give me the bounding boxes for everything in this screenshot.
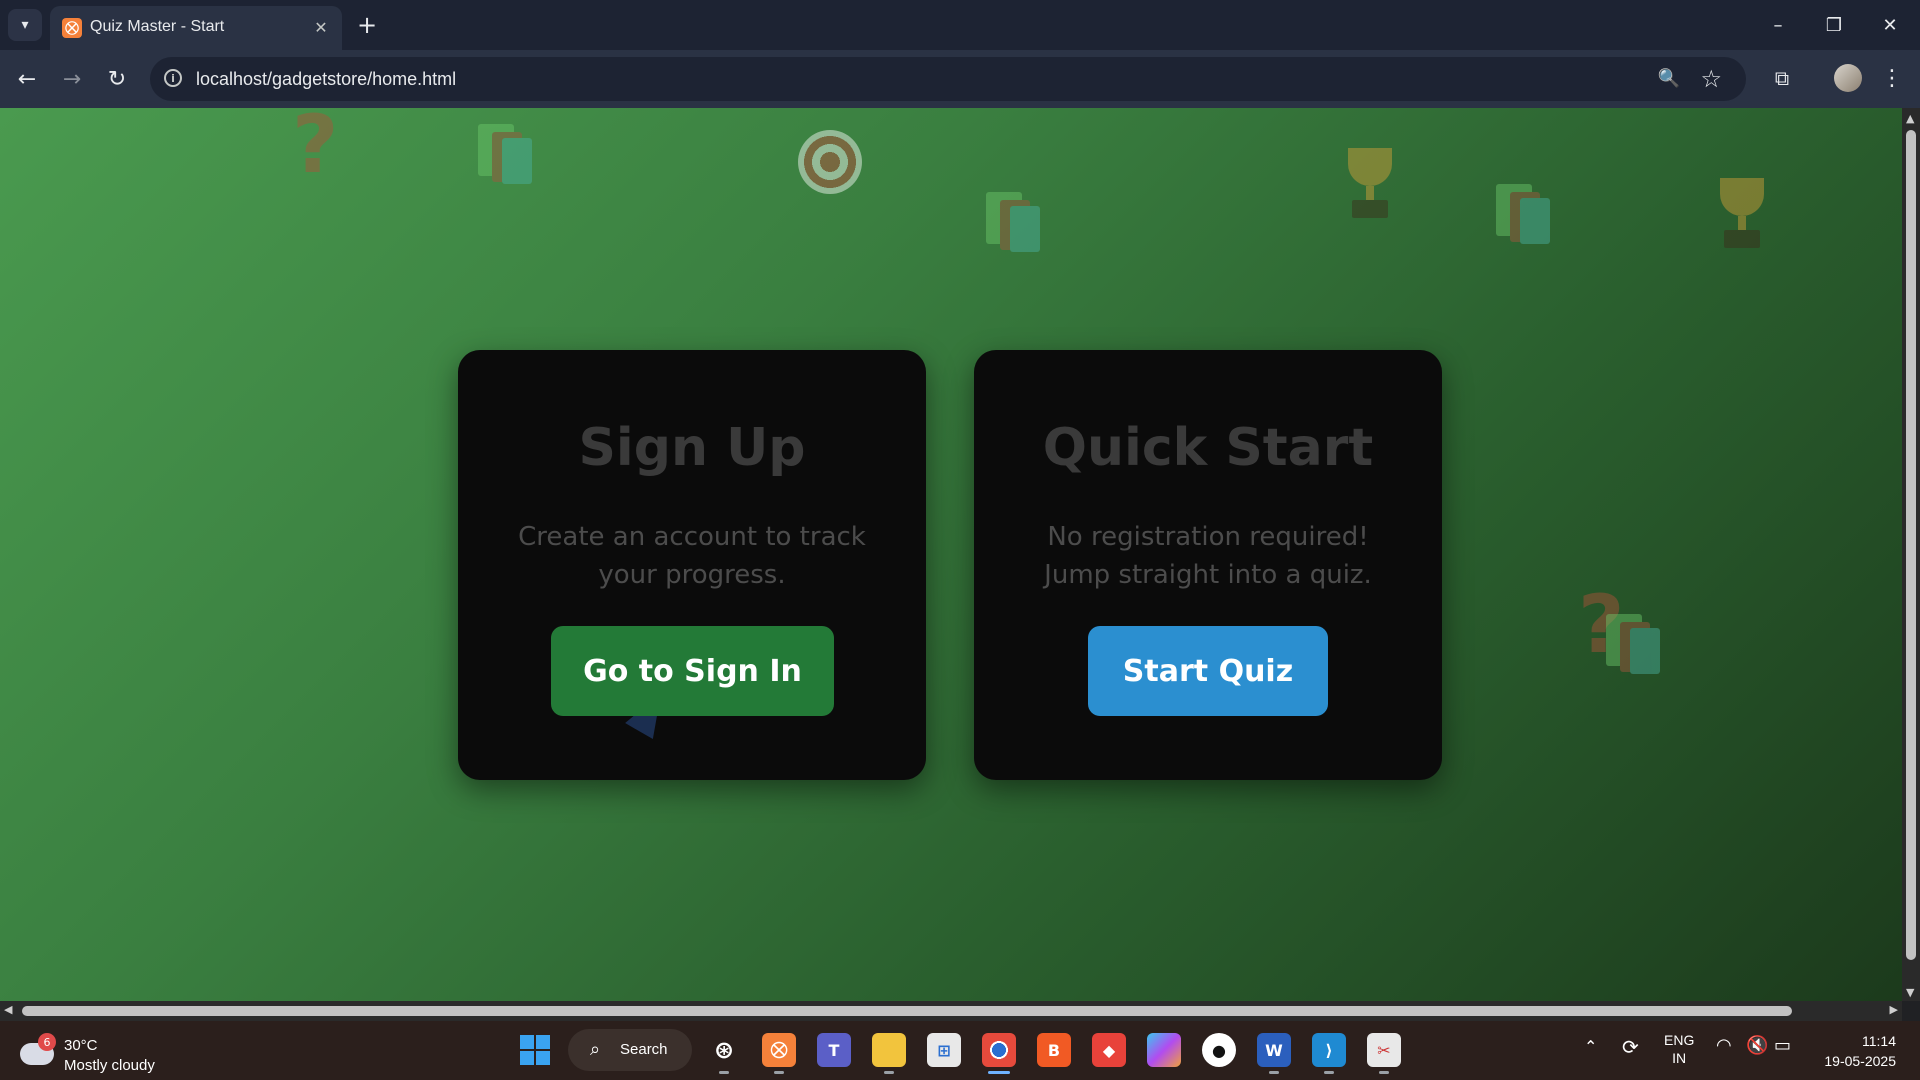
site-info-icon[interactable]: i	[164, 69, 182, 87]
sync-icon[interactable]: ⟳	[1622, 1035, 1639, 1059]
bookmark-star-icon[interactable]: ☆	[1700, 65, 1722, 93]
quick-start-card: Quick Start No registration required! Ju…	[974, 350, 1442, 780]
volume-muted-icon[interactable]: 🔇	[1746, 1035, 1768, 1056]
books-icon	[1606, 614, 1660, 674]
extensions-puzzle-icon[interactable]: ⧉	[1768, 64, 1796, 92]
anydesk-icon[interactable]: ◆	[1092, 1033, 1126, 1067]
vertical-scrollbar[interactable]: ▲ ▼	[1902, 108, 1920, 1001]
snipping-tool-icon[interactable]: ✂	[1367, 1033, 1401, 1067]
target-icon	[798, 130, 862, 194]
chrome-icon[interactable]	[982, 1033, 1016, 1067]
profile-avatar[interactable]	[1834, 64, 1862, 92]
vertical-scroll-thumb[interactable]	[1906, 130, 1916, 960]
signup-card-description: Create an account to track your progress…	[518, 522, 866, 590]
window-restore-icon[interactable]: ❐	[1814, 10, 1854, 40]
trophy-icon	[1338, 148, 1402, 222]
chatgpt-icon[interactable]: ⊛	[707, 1033, 741, 1067]
trophy-icon	[1710, 178, 1774, 252]
books-icon	[1496, 184, 1550, 244]
go-to-sign-in-button[interactable]: Go to Sign In	[551, 626, 834, 716]
horizontal-scrollbar[interactable]: ◀ ▶	[0, 1001, 1902, 1021]
start-quiz-button[interactable]: Start Quiz	[1088, 626, 1328, 716]
github-icon[interactable]: ●	[1202, 1033, 1236, 1067]
quick-start-card-description: No registration required! Jump straight …	[1044, 522, 1372, 590]
word-icon[interactable]: W	[1257, 1033, 1291, 1067]
horizontal-scroll-thumb[interactable]	[22, 1006, 1792, 1016]
running-indicator	[719, 1071, 729, 1074]
signup-card-title: Sign Up	[578, 418, 806, 478]
new-tab-plus-icon[interactable]: +	[352, 10, 382, 40]
url-text[interactable]: localhost/gadgetstore/home.html	[196, 69, 456, 90]
windows-start-icon[interactable]	[518, 1033, 552, 1067]
tray-chevron-up-icon[interactable]: ⌃	[1584, 1037, 1597, 1056]
battery-icon[interactable]: ▭	[1774, 1035, 1791, 1056]
browser-toolbar: ← → ↻ i localhost/gadgetstore/home.html …	[0, 50, 1920, 108]
tab-strip: ▾ ⛒ Quiz Master - Start ✕ + – ❐ ✕	[0, 0, 1920, 50]
books-icon	[478, 124, 532, 184]
back-arrow-icon[interactable]: ←	[12, 64, 42, 94]
xampp-icon[interactable]: ⛒	[762, 1033, 796, 1067]
scroll-down-arrow-icon[interactable]: ▼	[1906, 986, 1914, 999]
zoom-icon[interactable]: 🔍	[1658, 68, 1680, 89]
scroll-right-arrow-icon[interactable]: ▶	[1890, 1003, 1898, 1016]
clock-date: 19-05-2025	[1824, 1053, 1896, 1069]
clock-time: 11:14	[1862, 1033, 1896, 1049]
tab-title: Quiz Master - Start	[90, 18, 225, 35]
vscode-icon[interactable]: ⟩	[1312, 1033, 1346, 1067]
language-indicator[interactable]: ENG IN	[1664, 1031, 1694, 1067]
scroll-left-arrow-icon[interactable]: ◀	[4, 1003, 12, 1016]
copilot-icon[interactable]	[1147, 1033, 1181, 1067]
tab-quiz-master[interactable]: ⛒ Quiz Master - Start ✕	[50, 6, 342, 50]
weather-temperature: 30°C	[64, 1037, 98, 1054]
page-viewport: ? ? Sign Up Create an account to track y…	[0, 108, 1902, 1001]
window-close-icon[interactable]: ✕	[1870, 10, 1910, 40]
tab-close-icon[interactable]: ✕	[310, 16, 332, 38]
wifi-icon[interactable]: ◠	[1716, 1035, 1732, 1056]
xampp-favicon-icon: ⛒	[62, 18, 82, 38]
brave-icon[interactable]: B	[1037, 1033, 1071, 1067]
weather-widget[interactable]: 6 30°C Mostly cloudy	[20, 1029, 220, 1074]
window-minimize-icon[interactable]: –	[1758, 10, 1798, 40]
language-code: ENG	[1664, 1032, 1695, 1048]
running-indicator	[884, 1071, 894, 1074]
taskbar-search-label: Search	[620, 1041, 668, 1058]
kebab-menu-icon[interactable]: ⋮	[1881, 64, 1903, 92]
tab-search-chevron-down-icon[interactable]: ▾	[8, 9, 42, 41]
running-indicator	[1324, 1071, 1334, 1074]
running-indicator	[1269, 1071, 1279, 1074]
active-app-indicator	[988, 1071, 1010, 1074]
windows-taskbar: 6 30°C Mostly cloudy ⌕ Search ⊛ ⛒ T ⊞ B …	[0, 1021, 1920, 1080]
forward-arrow-icon[interactable]: →	[57, 64, 87, 94]
books-icon	[986, 192, 1040, 252]
reload-icon[interactable]: ↻	[102, 64, 132, 94]
weather-condition: Mostly cloudy	[64, 1057, 155, 1074]
file-explorer-icon[interactable]	[872, 1033, 906, 1067]
question-mark-icon: ?	[292, 108, 339, 191]
quick-start-card-title: Quick Start	[1042, 418, 1374, 478]
running-indicator	[774, 1071, 784, 1074]
microsoft-store-icon[interactable]: ⊞	[927, 1033, 961, 1067]
region-code: IN	[1672, 1050, 1687, 1066]
signup-card: Sign Up Create an account to track your …	[458, 350, 926, 780]
clock[interactable]: 11:14 19-05-2025	[1812, 1031, 1896, 1071]
weather-badge: 6	[38, 1033, 56, 1051]
scroll-up-arrow-icon[interactable]: ▲	[1906, 112, 1914, 125]
running-indicator	[1379, 1071, 1389, 1074]
search-icon: ⌕	[590, 1039, 601, 1060]
teams-icon[interactable]: T	[817, 1033, 851, 1067]
taskbar-search-box[interactable]: ⌕ Search	[568, 1029, 692, 1071]
address-bar[interactable]: i localhost/gadgetstore/home.html 🔍 ☆	[150, 57, 1746, 101]
